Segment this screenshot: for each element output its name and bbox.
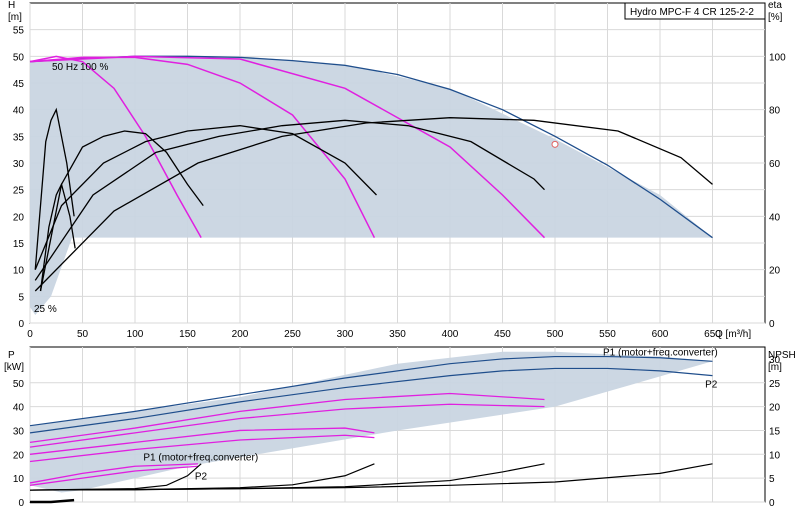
npsh-tick-label: 20 <box>769 403 781 414</box>
npsh-tick-label: 0 <box>769 498 775 509</box>
x-tick-label: 600 <box>652 329 669 340</box>
annotation-50hz: 50 Hz <box>52 62 78 73</box>
power-label-0: P1 (motor+freq.converter) <box>603 347 718 358</box>
duty-point <box>551 140 559 148</box>
qh-chart-panel: 0 50 100 150 200 250 300 350 400 450 500 550 600 6500… <box>8 0 786 340</box>
p-tick-label: 50 <box>13 379 25 390</box>
y-tick-label: 30 <box>13 159 25 170</box>
y2-tick-label: 40 <box>769 212 781 223</box>
y2-tick-label: 20 <box>769 266 781 277</box>
npsh-axis-label: NPSH <box>768 350 796 361</box>
y-axis-label: H <box>8 0 15 11</box>
y2-tick-label: 0 <box>769 319 775 330</box>
npsh-tick-label: 25 <box>769 379 781 390</box>
npsh-tick-label: 10 <box>769 450 781 461</box>
p-axis-label: P <box>8 350 15 361</box>
y2-tick-label: 60 <box>769 159 781 170</box>
p-tick-label: 40 <box>13 403 25 414</box>
y-tick-label: 45 <box>13 79 25 90</box>
x-tick-label: 550 <box>599 329 616 340</box>
x-tick-label: 150 <box>179 329 196 340</box>
p-axis-unit: [kW] <box>4 362 24 373</box>
pump-chart: 0 50 100 150 200 250 300 350 400 450 500 550 600 6500… <box>4 0 796 509</box>
y2-tick-label: 100 <box>769 52 786 63</box>
npsh-tick-label: 5 <box>769 474 775 485</box>
y-tick-label: 55 <box>13 26 25 37</box>
x-tick-label: 300 <box>337 329 354 340</box>
npsh-tick-label: 15 <box>769 426 781 437</box>
x-tick-label: 100 <box>127 329 144 340</box>
annotation-25pct: 25 % <box>34 304 57 315</box>
x-tick-label: 500 <box>547 329 564 340</box>
x-axis-label: Q [m³/h] <box>715 329 751 340</box>
y2-axis-label: eta <box>768 0 782 11</box>
y-tick-label: 25 <box>13 186 25 197</box>
y2-axis-unit: [%] <box>768 12 783 23</box>
power-label-1: P2 <box>705 380 718 391</box>
power-label-2: P1 (motor+freq.converter) <box>143 452 258 463</box>
x-tick-label: 200 <box>232 329 249 340</box>
npsh-axis-unit: [m] <box>768 362 782 373</box>
p-tick-label: 30 <box>13 426 25 437</box>
y-tick-label: 20 <box>13 212 25 223</box>
y-tick-label: 50 <box>13 52 25 63</box>
power-npsh-chart-panel: 01020304050051015202530P[kW]NPSH[m]P1 (m… <box>4 346 796 509</box>
y-tick-label: 35 <box>13 132 25 143</box>
y-tick-label: 15 <box>13 239 25 250</box>
p-tick-label: 10 <box>13 474 25 485</box>
y2-tick-label: 80 <box>769 106 781 117</box>
x-tick-label: 50 <box>77 329 89 340</box>
x-tick-label: 250 <box>284 329 301 340</box>
x-tick-label: 450 <box>494 329 511 340</box>
y-tick-label: 10 <box>13 266 25 277</box>
y-tick-label: 40 <box>13 106 25 117</box>
x-tick-label: 400 <box>442 329 459 340</box>
y-tick-label: 5 <box>18 292 24 303</box>
y-axis-unit: [m] <box>8 12 22 23</box>
p-tick-label: 0 <box>18 498 24 509</box>
annotation-100pct: 100 % <box>80 62 108 73</box>
chart-title: Hydro MPC-F 4 CR 125-2-2 <box>630 7 754 18</box>
x-tick-label: 0 <box>27 329 33 340</box>
p-tick-label: 20 <box>13 450 25 461</box>
y-tick-label: 0 <box>18 319 24 330</box>
x-tick-label: 350 <box>389 329 406 340</box>
power-label-3: P2 <box>195 471 208 482</box>
